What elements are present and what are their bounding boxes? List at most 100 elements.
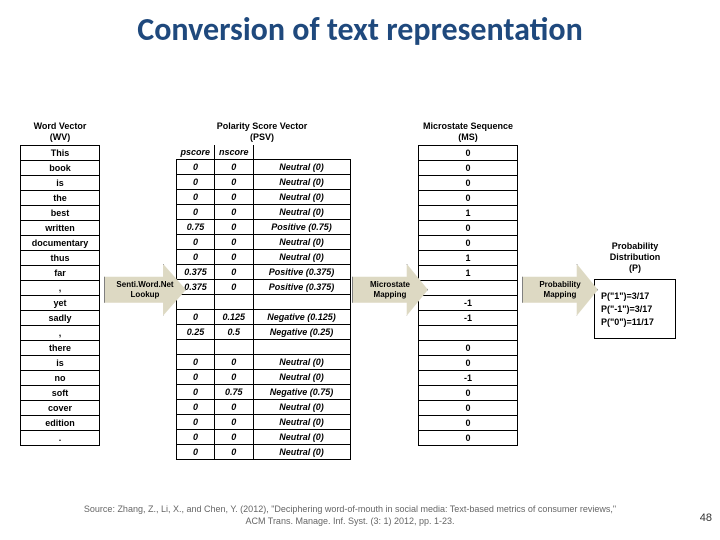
polarity-label-cell: Negative (0.125) bbox=[253, 309, 350, 324]
polarity-label-cell bbox=[253, 294, 350, 309]
pscore-cell: 0 bbox=[177, 429, 215, 444]
prob-line: P("0")=11/17 bbox=[601, 317, 669, 327]
pscore-cell: 0 bbox=[177, 354, 215, 369]
table-row: 00Neutral (0) bbox=[177, 159, 351, 174]
ms-cell: 0 bbox=[419, 340, 518, 355]
polarity-label-cell: Neutral (0) bbox=[253, 414, 350, 429]
table-row: 0 bbox=[419, 415, 518, 430]
table-row: 0 bbox=[419, 220, 518, 235]
pscore-cell: 0 bbox=[177, 189, 215, 204]
nscore-cell: 0 bbox=[215, 159, 254, 174]
nscore-cell: 0.125 bbox=[215, 309, 254, 324]
table-row: 0 bbox=[419, 385, 518, 400]
pscore-cell: 0.375 bbox=[177, 264, 215, 279]
polarity-label-cell: Neutral (0) bbox=[253, 249, 350, 264]
table-row: cover bbox=[21, 400, 100, 415]
arrow2-label: Microstate Mapping bbox=[359, 280, 421, 299]
nscore-cell bbox=[215, 294, 254, 309]
table-row: is bbox=[21, 355, 100, 370]
arrow3-label: Probability Mapping bbox=[529, 280, 591, 299]
polarity-label-cell: Neutral (0) bbox=[253, 444, 350, 459]
ms-cell: 0 bbox=[419, 415, 518, 430]
ms-cell: -1 bbox=[419, 370, 518, 385]
table-row: is bbox=[21, 175, 100, 190]
wv-cell: soft bbox=[21, 385, 100, 400]
prob-header1: Probability bbox=[612, 241, 659, 251]
table-row: 00Neutral (0) bbox=[177, 234, 351, 249]
ms-cell: 0 bbox=[419, 400, 518, 415]
polarity-score-column: Polarity Score Vector(PSV) pscorenscore … bbox=[176, 120, 348, 460]
table-row: -1 bbox=[419, 370, 518, 385]
nscore-cell: 0 bbox=[215, 429, 254, 444]
pscore-cell: 0 bbox=[177, 174, 215, 189]
table-row: sadly bbox=[21, 310, 100, 325]
ms-cell: 0 bbox=[419, 385, 518, 400]
ms-cell: 0 bbox=[419, 175, 518, 190]
ms-cell: 0 bbox=[419, 190, 518, 205]
wv-cell: is bbox=[21, 355, 100, 370]
wv-cell: is bbox=[21, 175, 100, 190]
table-row: 0.3750Positive (0.375) bbox=[177, 279, 351, 294]
table-row: , bbox=[21, 325, 100, 340]
source-line1: Source: Zhang, Z., Li, X., and Chen, Y. … bbox=[84, 504, 616, 514]
wv-cell: This bbox=[21, 145, 100, 160]
ms-cell: 0 bbox=[419, 430, 518, 445]
nscore-cell: 0 bbox=[215, 414, 254, 429]
table-row: , bbox=[21, 280, 100, 295]
arrow-microstate: Microstate Mapping bbox=[352, 264, 414, 316]
word-vector-column: Word Vector(WV) Thisbookisthebestwritten… bbox=[20, 120, 100, 446]
table-row: 00Neutral (0) bbox=[177, 189, 351, 204]
nscore-cell: 0 bbox=[215, 219, 254, 234]
table-row bbox=[177, 294, 351, 309]
table-row: 00Neutral (0) bbox=[177, 444, 351, 459]
polarity-label-cell: Neutral (0) bbox=[253, 399, 350, 414]
table-row: 0 bbox=[419, 355, 518, 370]
polarity-label-cell: Neutral (0) bbox=[253, 234, 350, 249]
table-row: 0 bbox=[419, 175, 518, 190]
wv-cell: . bbox=[21, 430, 100, 445]
pscore-cell: 0 bbox=[177, 159, 215, 174]
conversion-diagram: Word Vector(WV) Thisbookisthebestwritten… bbox=[20, 120, 710, 460]
probability-values: P("1")=3/17P("-1")=3/17P("0")=11/17 bbox=[594, 279, 676, 339]
psv-header2: (PSV) bbox=[250, 132, 274, 142]
arrow-sentiwordnet: Senti.Word.Net Lookup bbox=[104, 264, 172, 316]
slide-title: Conversion of text representation bbox=[0, 10, 720, 49]
wv-header1: Word Vector bbox=[34, 121, 87, 131]
table-row: far bbox=[21, 265, 100, 280]
psv-header1: Polarity Score Vector bbox=[217, 121, 308, 131]
polarity-label-cell: Neutral (0) bbox=[253, 354, 350, 369]
ms-header2: (MS) bbox=[458, 132, 478, 142]
source-citation: Source: Zhang, Z., Li, X., and Chen, Y. … bbox=[40, 503, 660, 528]
pscore-cell: 0.75 bbox=[177, 219, 215, 234]
table-row: 00Neutral (0) bbox=[177, 249, 351, 264]
table-row: 00Neutral (0) bbox=[177, 414, 351, 429]
wv-cell: best bbox=[21, 205, 100, 220]
table-row: 1 bbox=[419, 205, 518, 220]
pscore-cell: 0 bbox=[177, 309, 215, 324]
nscore-cell: 0 bbox=[215, 369, 254, 384]
psv-subhdr-right: nscore bbox=[215, 145, 254, 160]
wv-cell: edition bbox=[21, 415, 100, 430]
pscore-cell: 0.25 bbox=[177, 324, 215, 339]
polarity-label-cell: Neutral (0) bbox=[253, 159, 350, 174]
table-row: soft bbox=[21, 385, 100, 400]
polarity-label-cell: Negative (0.75) bbox=[253, 384, 350, 399]
nscore-cell: 0 bbox=[215, 234, 254, 249]
ms-cell: 0 bbox=[419, 160, 518, 175]
table-row: -1 bbox=[419, 295, 518, 310]
table-row: no bbox=[21, 370, 100, 385]
table-row: 0.750Positive (0.75) bbox=[177, 219, 351, 234]
table-row bbox=[419, 325, 518, 340]
table-row: 1 bbox=[419, 265, 518, 280]
pscore-cell: 0 bbox=[177, 234, 215, 249]
nscore-cell: 0.5 bbox=[215, 324, 254, 339]
wv-cell: , bbox=[21, 280, 100, 295]
pscore-cell: 0 bbox=[177, 384, 215, 399]
table-row: 00Neutral (0) bbox=[177, 204, 351, 219]
prob-header3: (P) bbox=[629, 263, 641, 273]
ms-cell: 1 bbox=[419, 250, 518, 265]
table-row: This bbox=[21, 145, 100, 160]
table-row: 0 bbox=[419, 160, 518, 175]
nscore-cell: 0 bbox=[215, 444, 254, 459]
polarity-label-cell: Neutral (0) bbox=[253, 429, 350, 444]
